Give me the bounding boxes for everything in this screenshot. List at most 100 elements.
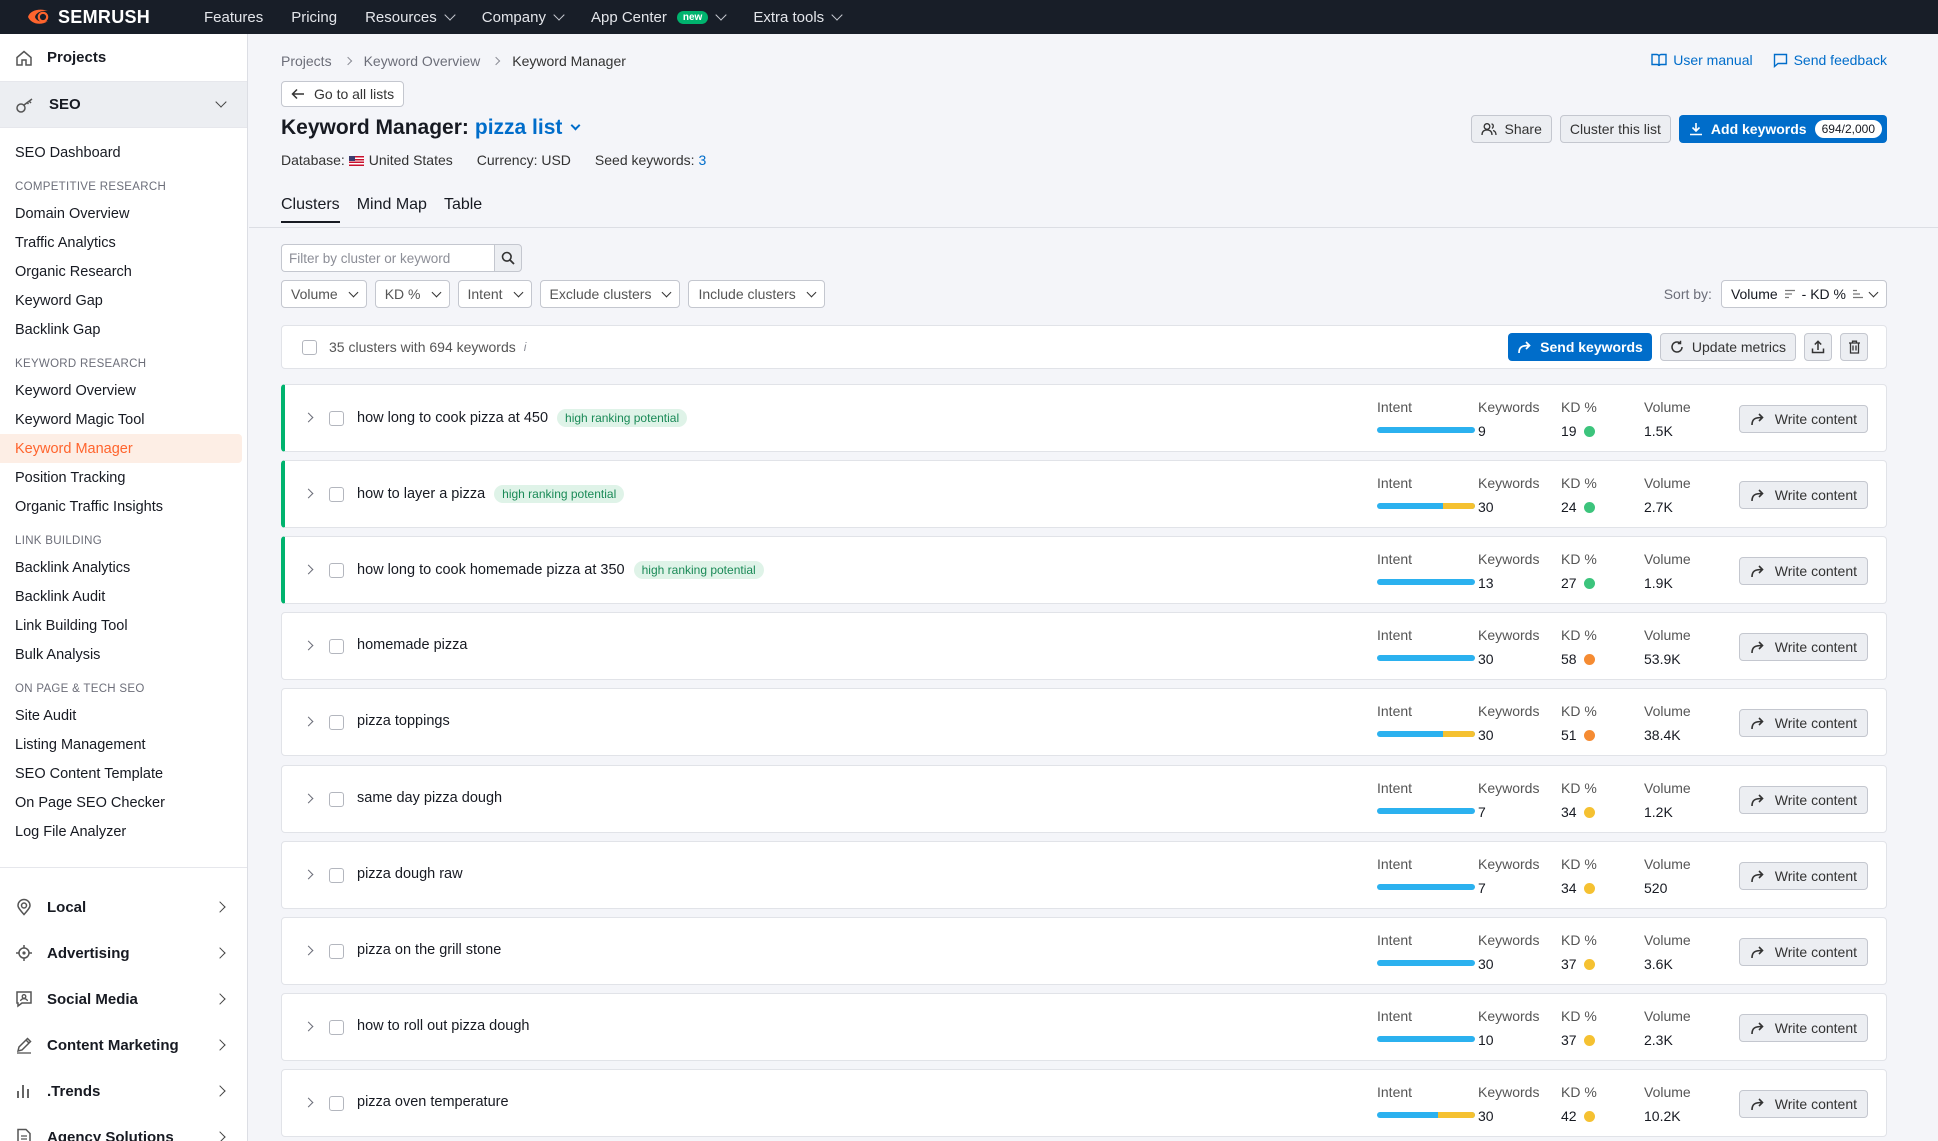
cluster-checkbox[interactable] [329,944,344,959]
cluster-row[interactable]: how long to cook homemade pizza at 350 hi… [281,536,1887,604]
search-button[interactable] [494,244,522,272]
cluster-name[interactable]: pizza dough raw [357,866,463,882]
sidebar-group-advertising[interactable]: Advertising [0,930,247,976]
sidebar-item-backlink-gap[interactable]: Backlink Gap [0,315,247,344]
cluster-name[interactable]: same day pizza dough [357,790,502,806]
write-content-button[interactable]: Write content [1738,1014,1868,1042]
breadcrumb-projects[interactable]: Projects [281,53,332,69]
tab-clusters[interactable]: Clusters [281,196,340,223]
sidebar-group-local[interactable]: Local [0,884,247,930]
filter-kd-dropdown[interactable]: KD % [374,280,450,308]
semrush-logo[interactable]: SEMRUSH [26,7,204,28]
export-button[interactable] [1804,333,1832,361]
sidebar-item-projects[interactable]: Projects [0,34,247,82]
cluster-row[interactable]: how to roll out pizza dough Intent Keyword… [281,993,1887,1061]
user-manual-link[interactable]: User manual [1651,52,1753,68]
sidebar-item-keyword-manager[interactable]: Keyword Manager [0,434,242,463]
cluster-row[interactable]: homemade pizza Intent Keywords 30 KD % 58 Volu… [281,612,1887,680]
sidebar-group-agency-solutions[interactable]: Agency Solutions [0,1114,247,1141]
chevron-down-icon[interactable] [570,120,581,131]
cluster-row[interactable]: pizza oven temperature Intent Keywords 30 KD… [281,1069,1887,1137]
cluster-search-input[interactable] [281,244,494,272]
tab-table[interactable]: Table [444,196,482,223]
sidebar-item-traffic-analytics[interactable]: Traffic Analytics [0,228,247,257]
breadcrumb-keyword-overview[interactable]: Keyword Overview [364,53,481,69]
sidebar-item-seo-content-template[interactable]: SEO Content Template [0,759,247,788]
share-button[interactable]: Share [1470,115,1552,143]
topnav-features[interactable]: Features [204,9,263,26]
sidebar-item-keyword-magic-tool[interactable]: Keyword Magic Tool [0,405,247,434]
list-selector[interactable]: pizza list [475,116,563,140]
write-content-button[interactable]: Write content [1738,862,1868,890]
cluster-name[interactable]: how long to cook homemade pizza at 350 hi… [357,561,764,579]
write-content-button[interactable]: Write content [1738,633,1868,661]
sidebar-group-content-marketing[interactable]: Content Marketing [0,1022,247,1068]
cluster-this-list-button[interactable]: Cluster this list [1559,115,1671,143]
update-metrics-button[interactable]: Update metrics [1659,333,1796,361]
sidebar-item-domain-overview[interactable]: Domain Overview [0,199,247,228]
cluster-name[interactable]: pizza oven temperature [357,1094,509,1110]
chevron-right-icon[interactable] [303,945,314,956]
sidebar-item-seo-dashboard[interactable]: SEO Dashboard [0,138,247,167]
cluster-row[interactable]: pizza toppings Intent Keywords 30 KD % 51 Volu… [281,688,1887,756]
chevron-right-icon[interactable] [303,1097,314,1108]
write-content-button[interactable]: Write content [1738,481,1868,509]
select-all-checkbox[interactable] [302,339,317,355]
cluster-row[interactable]: pizza dough raw Intent Keywords 7 KD % 34 Volu… [281,841,1887,909]
chevron-right-icon[interactable] [303,564,314,575]
sidebar-item-backlink-analytics[interactable]: Backlink Analytics [0,553,247,582]
cluster-checkbox[interactable] [329,563,344,578]
cluster-row[interactable]: how long to cook pizza at 450 high rankin… [281,384,1887,452]
chevron-right-icon[interactable] [303,716,314,727]
info-icon[interactable]: i [524,340,527,354]
chevron-right-icon[interactable] [303,488,314,499]
topnav-resources[interactable]: Resources [365,9,456,26]
sidebar-item-organic-research[interactable]: Organic Research [0,257,247,286]
delete-button[interactable] [1840,333,1868,361]
topnav-pricing[interactable]: Pricing [291,9,337,26]
go-to-all-lists-button[interactable]: Go to all lists [281,81,405,107]
chevron-right-icon[interactable] [303,793,314,804]
cluster-row[interactable]: pizza on the grill stone Intent Keywords 30… [281,917,1887,985]
write-content-button[interactable]: Write content [1738,938,1868,966]
chevron-right-icon[interactable] [303,412,314,423]
cluster-checkbox[interactable] [329,411,344,426]
cluster-checkbox[interactable] [329,1096,344,1111]
send-keywords-button[interactable]: Send keywords [1508,333,1652,361]
send-feedback-link[interactable]: Send feedback [1773,52,1887,68]
sidebar-item-keyword-gap[interactable]: Keyword Gap [0,286,247,315]
cluster-name[interactable]: homemade pizza [357,637,467,653]
cluster-name[interactable]: how to roll out pizza dough [357,1018,530,1034]
sidebar-group-social-media[interactable]: Social Media [0,976,247,1022]
cluster-checkbox[interactable] [329,487,344,502]
topnav-extra-tools[interactable]: Extra tools [753,9,843,26]
filter-intent-dropdown[interactable]: Intent [457,280,532,308]
write-content-button[interactable]: Write content [1738,1090,1868,1118]
cluster-name[interactable]: pizza toppings [357,713,450,729]
chevron-right-icon[interactable] [303,1021,314,1032]
cluster-name[interactable]: how long to cook pizza at 450 high rankin… [357,409,688,427]
sidebar-item-seo[interactable]: SEO [0,82,247,128]
sidebar-group-trends[interactable]: .Trends [0,1068,247,1114]
cluster-checkbox[interactable] [329,1020,344,1035]
chevron-right-icon[interactable] [303,640,314,651]
cluster-checkbox[interactable] [329,868,344,883]
chevron-right-icon[interactable] [303,869,314,880]
cluster-name[interactable]: pizza on the grill stone [357,942,501,958]
cluster-name[interactable]: how to layer a pizza high ranking potenti… [357,485,625,503]
sidebar-item-organic-traffic-insights[interactable]: Organic Traffic Insights [0,492,247,521]
topnav-app-center[interactable]: App Center new [591,9,727,26]
tab-mind-map[interactable]: Mind Map [357,196,427,223]
sidebar-item-log-file-analyzer[interactable]: Log File Analyzer [0,817,247,846]
filter-volume-dropdown[interactable]: Volume [281,280,367,308]
sidebar-item-site-audit[interactable]: Site Audit [0,701,247,730]
write-content-button[interactable]: Write content [1738,405,1868,433]
write-content-button[interactable]: Write content [1738,709,1868,737]
add-keywords-button[interactable]: Add keywords 694/2,000 [1678,115,1887,143]
write-content-button[interactable]: Write content [1738,786,1868,814]
sidebar-item-keyword-overview[interactable]: Keyword Overview [0,376,247,405]
filter-exclude-clusters-dropdown[interactable]: Exclude clusters [539,280,681,308]
cluster-checkbox[interactable] [329,715,344,730]
filter-include-clusters-dropdown[interactable]: Include clusters [688,280,825,308]
sidebar-item-link-building-tool[interactable]: Link Building Tool [0,611,247,640]
